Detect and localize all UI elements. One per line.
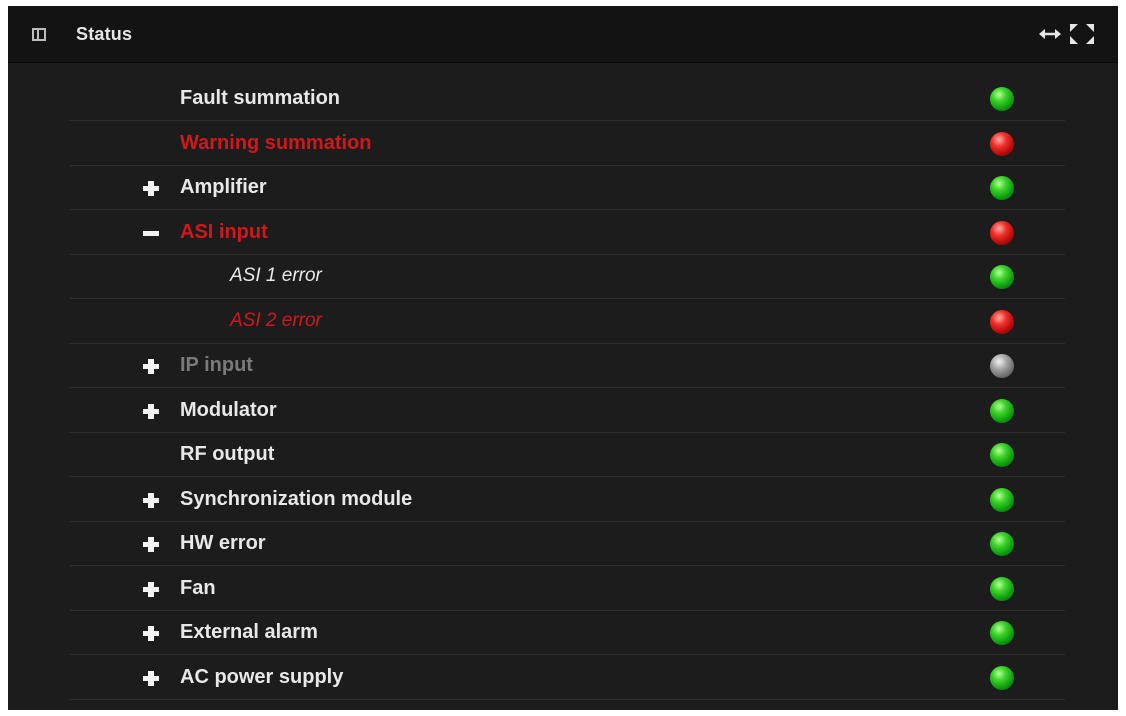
status-led-green-icon bbox=[990, 576, 1014, 601]
status-row-label: AC power supply bbox=[180, 665, 344, 688]
status-led-green-icon bbox=[990, 621, 1014, 645]
expand-plus-icon[interactable] bbox=[143, 625, 159, 641]
status-row-label: ASI 2 error bbox=[230, 309, 322, 331]
status-row-label: ASI 1 error bbox=[230, 265, 322, 286]
status-led-green-icon bbox=[990, 176, 1014, 200]
expand-plus-icon[interactable] bbox=[143, 358, 159, 374]
status-led-red-icon bbox=[990, 309, 1014, 334]
status-row[interactable]: IP input bbox=[70, 343, 1065, 388]
expand-plus-icon[interactable] bbox=[143, 180, 159, 196]
status-row: Fault summation bbox=[70, 76, 1065, 121]
status-row-label: HW error bbox=[180, 532, 266, 554]
panel-icon bbox=[32, 28, 46, 41]
expand-plus-icon[interactable] bbox=[143, 581, 159, 597]
status-row[interactable]: External alarm bbox=[70, 610, 1065, 655]
panel-header: Status bbox=[8, 6, 1118, 63]
status-led-green-icon bbox=[990, 532, 1014, 556]
status-row[interactable]: ASI input bbox=[70, 210, 1065, 255]
status-row[interactable]: HW error bbox=[70, 521, 1065, 566]
panel-title: Status bbox=[76, 24, 133, 44]
status-led-green-icon bbox=[990, 443, 1014, 467]
expand-plus-icon[interactable] bbox=[143, 670, 159, 686]
status-row[interactable]: Fan bbox=[70, 566, 1065, 611]
status-row-label: Synchronization module bbox=[180, 487, 413, 510]
status-row-label: External alarm bbox=[180, 621, 318, 643]
status-led-green-icon bbox=[990, 87, 1014, 111]
status-row-label: Fault summation bbox=[180, 87, 341, 109]
status-row-label: ASI input bbox=[180, 220, 268, 243]
status-row-label: Amplifier bbox=[180, 176, 267, 198]
status-row: ASI 1 error bbox=[70, 254, 1065, 299]
expand-plus-icon[interactable] bbox=[143, 536, 159, 552]
collapse-minus-icon[interactable] bbox=[143, 225, 159, 241]
status-row-label: Modulator bbox=[180, 398, 277, 421]
status-row: RF output bbox=[70, 432, 1065, 477]
fullscreen-icon[interactable] bbox=[1068, 22, 1096, 46]
status-row-label: IP input bbox=[180, 354, 253, 376]
expand-plus-icon[interactable] bbox=[143, 492, 159, 508]
status-row-label: Fan bbox=[180, 576, 216, 599]
status-panel: Status Fault summation Warning summation A… bbox=[8, 6, 1118, 710]
status-row[interactable]: Amplifier bbox=[70, 165, 1065, 210]
status-led-green-icon bbox=[990, 665, 1014, 690]
status-row-label: Warning summation bbox=[180, 131, 372, 154]
status-led-green-icon bbox=[990, 487, 1014, 512]
expand-plus-icon[interactable] bbox=[143, 403, 159, 419]
status-row[interactable]: Modulator bbox=[70, 388, 1065, 433]
status-row-label: RF output bbox=[180, 443, 275, 465]
status-led-green-icon bbox=[990, 398, 1014, 423]
status-row[interactable]: AC power supply bbox=[70, 655, 1065, 700]
status-row[interactable]: Synchronization module bbox=[70, 477, 1065, 522]
status-led-red-icon bbox=[990, 220, 1014, 245]
status-led-green-icon bbox=[990, 265, 1014, 289]
status-led-gray-icon bbox=[990, 354, 1014, 378]
status-row: ASI 2 error bbox=[70, 299, 1065, 344]
status-led-red-icon bbox=[990, 131, 1014, 156]
resize-horizontal-icon[interactable] bbox=[1038, 23, 1062, 45]
status-row: Warning summation bbox=[70, 121, 1065, 166]
